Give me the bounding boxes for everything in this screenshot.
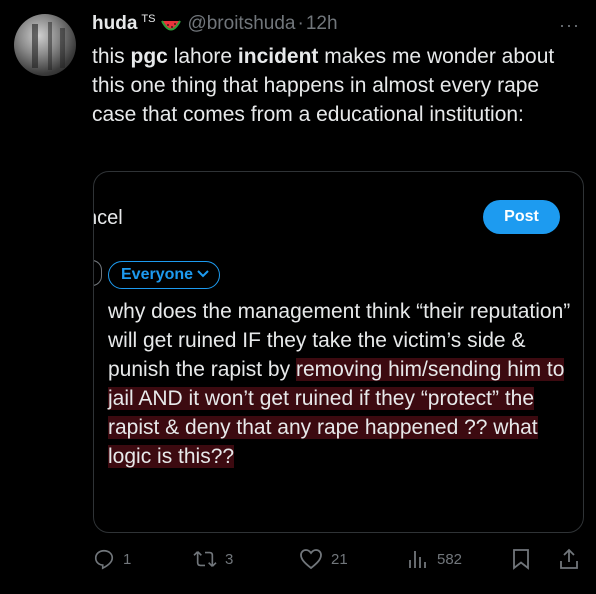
audience-selector: Everyone (108, 261, 221, 289)
tweet-text-part: makes me wonder (318, 45, 496, 68)
views-icon (407, 548, 429, 570)
views-button[interactable]: 582 (407, 545, 462, 573)
bookmark-button[interactable] (511, 545, 531, 573)
tweet-header: huda TS @broitshuda · 12h ··· (92, 12, 582, 36)
retweet-count: 3 (225, 550, 234, 568)
composed-text-highlight: removing him/sending (295, 358, 508, 381)
tweet-text: this pgc lahore incident makes me wonder… (92, 42, 582, 129)
action-bar: 1 3 21 582 (93, 545, 583, 573)
like-button[interactable]: 21 (299, 545, 348, 573)
bookmark-icon (511, 548, 531, 570)
tweet-text-bold: pgc (130, 45, 168, 68)
author-handle[interactable]: @broitshuda (187, 13, 295, 35)
retweet-button[interactable]: 3 (193, 545, 233, 573)
retweet-icon (193, 548, 217, 570)
more-dots-icon[interactable]: ··· (559, 15, 580, 36)
reply-icon (93, 548, 115, 570)
avatar-edge (94, 260, 102, 286)
attached-screenshot[interactable]: ncel Post Everyone why does the manageme… (93, 171, 584, 533)
post-button: Post (483, 200, 560, 234)
tweet-text-bold: incident (237, 45, 319, 68)
post-time[interactable]: 12h (306, 13, 338, 35)
tweet-text-part: this (92, 45, 131, 68)
audience-label: Everyone (121, 266, 194, 283)
views-count: 582 (437, 550, 463, 568)
cancel-label: ncel (94, 207, 123, 229)
watermelon-icon (161, 18, 182, 32)
avatar[interactable] (14, 14, 76, 76)
reply-count: 1 (123, 550, 132, 568)
reply-button[interactable]: 1 (93, 545, 131, 573)
chevron-down-icon (197, 267, 209, 281)
like-icon (299, 548, 323, 570)
share-icon (559, 548, 579, 570)
author-badge-text: TS (141, 13, 156, 25)
composed-text: why does the management think “their rep… (108, 297, 578, 471)
share-button[interactable] (559, 545, 579, 573)
author-name[interactable]: huda (92, 13, 137, 35)
like-count: 21 (331, 550, 348, 568)
tweet-text-part: lahore (167, 45, 238, 68)
time-separator: · (297, 13, 304, 34)
